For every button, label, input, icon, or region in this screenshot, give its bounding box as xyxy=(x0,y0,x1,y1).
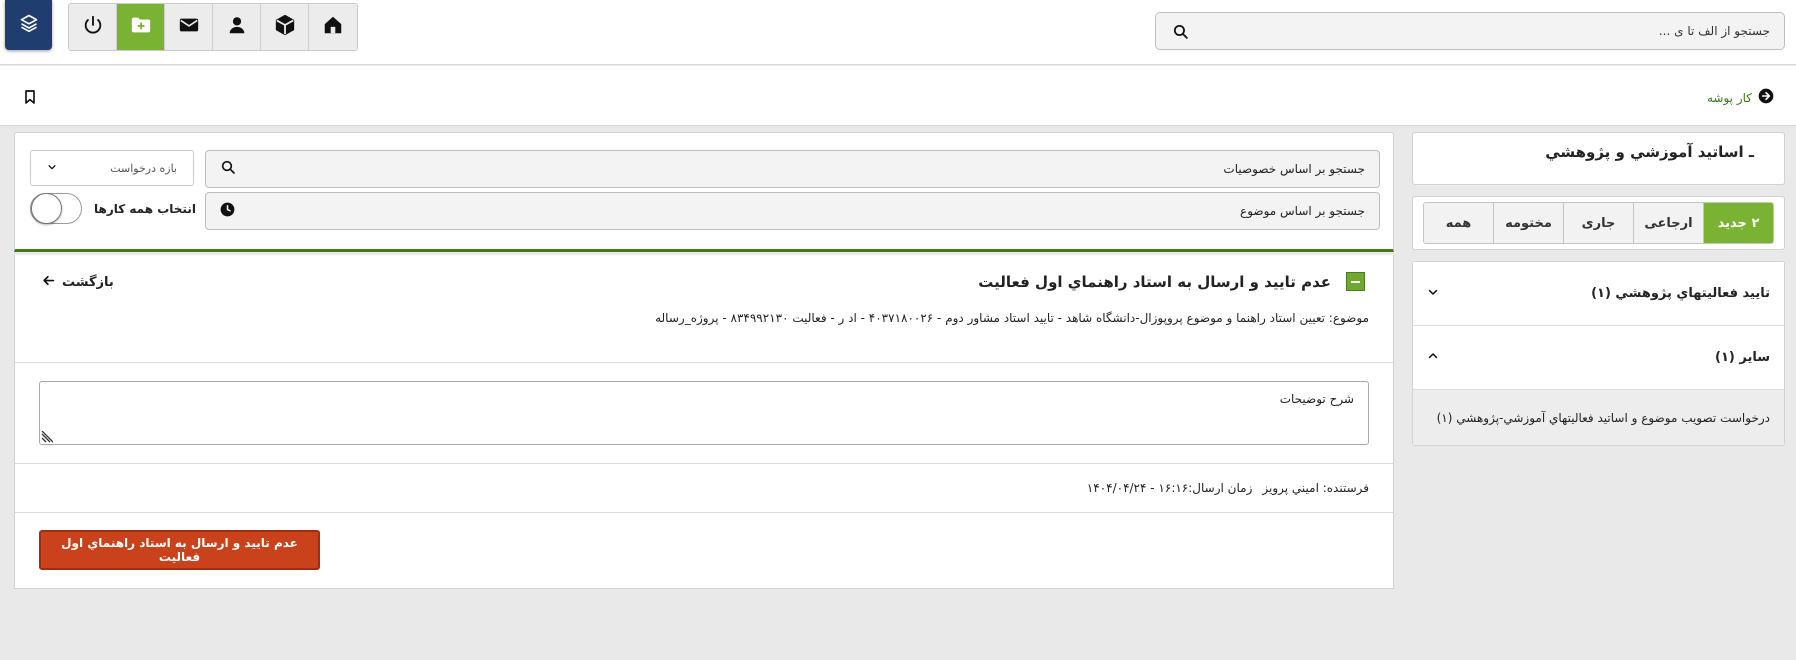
select-all-toggle[interactable] xyxy=(30,193,82,224)
mail-icon xyxy=(178,14,200,40)
home-icon xyxy=(322,14,344,40)
user-icon xyxy=(226,14,248,40)
chevron-down-icon xyxy=(1427,286,1439,302)
reject-and-send-button[interactable]: عدم تاييد و ارسال به استاد راهنماي اول ف… xyxy=(39,530,320,570)
sender-info: فرستنده: اميني پرويز زمان ارسال:۱۶:۱۶ - … xyxy=(1087,481,1369,495)
group-sub-item[interactable]: درخواست تصويب موضوع و اساتيد فعاليتهاي آ… xyxy=(1413,390,1784,445)
request-range-select[interactable]: بازه درخواست xyxy=(30,150,194,186)
task-subject: موضوع: تعيين استاد راهنما و موضوع پروپوز… xyxy=(655,311,1369,325)
search-icon[interactable] xyxy=(220,159,236,179)
filter-panel: جستجو بر اساس خصوصیات جستجو بر اساس موضو… xyxy=(14,132,1394,252)
cartable-title: ـ اساتيد آموزشي و پژوهشي xyxy=(1412,132,1785,185)
folder-plus-icon xyxy=(130,14,152,40)
top-bar xyxy=(0,0,1796,65)
sender-label: فرستنده: اميني پرويز xyxy=(1262,481,1369,495)
layers-icon xyxy=(19,13,39,37)
global-search xyxy=(1155,12,1785,50)
cartable-title-text: ـ اساتيد آموزشي و پژوهشي xyxy=(1545,143,1754,161)
collapse-button[interactable] xyxy=(1346,272,1365,291)
bookmark-icon xyxy=(22,90,38,110)
clock-icon[interactable] xyxy=(220,202,235,221)
group-other[interactable]: ساير (۱) xyxy=(1413,326,1784,390)
description-field[interactable] xyxy=(39,381,1369,445)
tab-referred[interactable]: ارجاعی xyxy=(1633,203,1703,243)
chevron-up-icon xyxy=(1427,350,1439,366)
group-label: تاييد فعاليتهاي پژوهشي (۱) xyxy=(1591,286,1770,301)
task-detail: عدم تاييد و ارسال به استاد راهنماي اول ف… xyxy=(14,255,1394,589)
subject-search[interactable]: جستجو بر اساس موضوع xyxy=(205,192,1380,230)
sub-item-label: درخواست تصويب موضوع و اساتيد فعاليتهاي آ… xyxy=(1436,410,1770,425)
profile-button[interactable] xyxy=(213,4,261,50)
status-tabs: ۲ جدید ارجاعی جاری مختومه همه xyxy=(1412,196,1785,250)
send-time-label: زمان ارسال:۱۶:۱۶ - ۱۴۰۴/۰۴/۲۴ xyxy=(1086,481,1253,495)
task-title: عدم تاييد و ارسال به استاد راهنماي اول ف… xyxy=(978,273,1331,291)
task-groups: تاييد فعاليتهاي پژوهشي (۱) ساير (۱) درخو… xyxy=(1412,261,1785,446)
tab-closed[interactable]: مختومه xyxy=(1493,203,1563,243)
divider xyxy=(15,512,1393,513)
arrow-left-icon xyxy=(41,273,56,292)
group-label: ساير (۱) xyxy=(1715,350,1770,365)
bookmark-button[interactable] xyxy=(22,88,38,110)
tab-all[interactable]: همه xyxy=(1424,203,1493,243)
divider xyxy=(15,362,1393,363)
back-label: بازگشت xyxy=(62,275,114,290)
arrow-circle-right-icon xyxy=(1758,88,1774,107)
breadcrumb-label: کار پوشه xyxy=(1706,90,1752,105)
range-select-value: بازه درخواست xyxy=(110,161,177,175)
attribute-search[interactable]: جستجو بر اساس خصوصیات xyxy=(205,150,1380,188)
cube-icon xyxy=(274,14,296,40)
power-icon xyxy=(82,14,104,40)
attribute-search-label: جستجو بر اساس خصوصیات xyxy=(1223,162,1365,176)
tab-current[interactable]: جاری xyxy=(1563,203,1633,243)
resize-grip-icon[interactable] xyxy=(41,430,54,447)
logout-button[interactable] xyxy=(69,4,117,50)
tab-new[interactable]: ۲ جدید xyxy=(1703,203,1773,243)
divider xyxy=(15,463,1393,464)
select-all-label: انتخاب همه کارها xyxy=(94,201,196,216)
breadcrumb-bar: کار پوشه xyxy=(0,66,1796,126)
back-button[interactable]: بازگشت xyxy=(41,273,114,292)
breadcrumb[interactable]: کار پوشه xyxy=(1707,88,1774,107)
modules-button[interactable] xyxy=(261,4,309,50)
messages-button[interactable] xyxy=(165,4,213,50)
main-toolbar xyxy=(68,3,358,51)
minus-icon xyxy=(1351,280,1360,283)
global-search-input[interactable] xyxy=(1198,24,1770,38)
home-button[interactable] xyxy=(309,4,357,50)
subject-search-label: جستجو بر اساس موضوع xyxy=(1240,204,1365,218)
app-logo[interactable] xyxy=(5,0,52,50)
new-folder-button[interactable] xyxy=(117,4,165,50)
select-all-row: انتخاب همه کارها xyxy=(30,193,196,224)
chevron-down-icon xyxy=(47,162,57,175)
group-research-approval[interactable]: تاييد فعاليتهاي پژوهشي (۱) xyxy=(1413,262,1784,326)
search-icon[interactable] xyxy=(1170,21,1190,41)
